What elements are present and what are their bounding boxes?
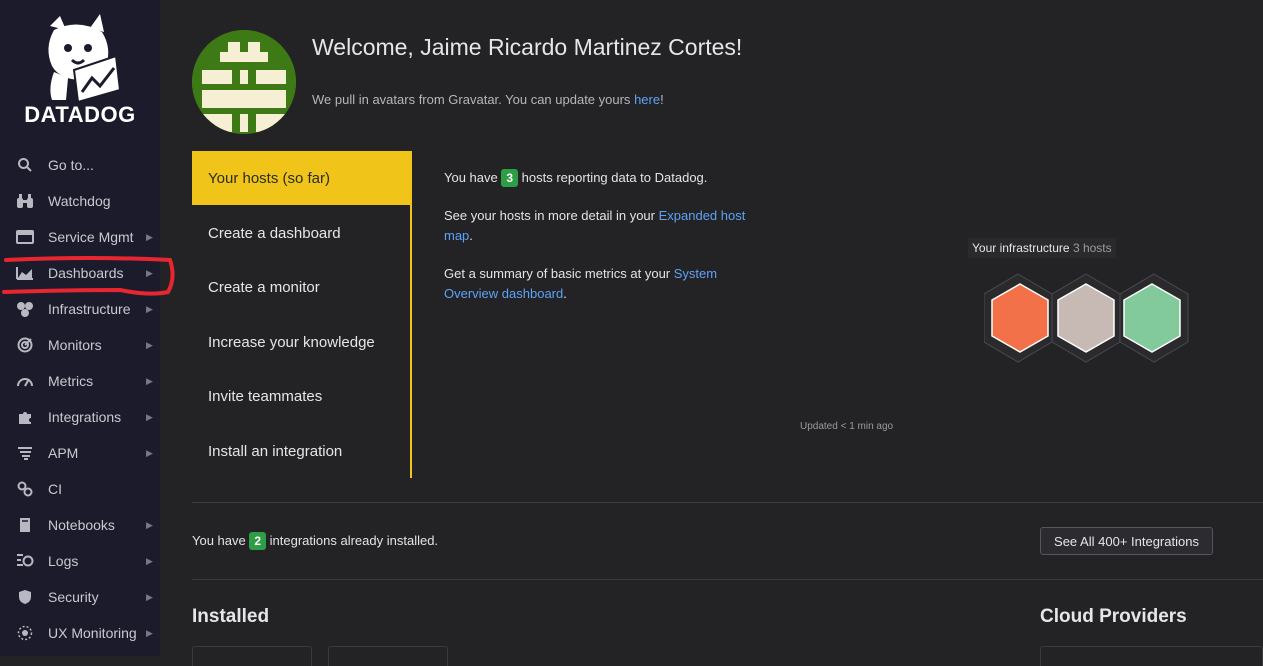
host-map-text: See your hosts in more detail in your Ex… — [444, 206, 774, 246]
sidebar-item-label: Security — [48, 589, 99, 605]
sidebar-item-label: Metrics — [48, 373, 94, 389]
integrations-count-badge: 2 — [249, 532, 267, 550]
infrastructure-title: Your infrastructure — [972, 241, 1070, 255]
cloud-providers-heading: Cloud Providers — [1040, 606, 1187, 627]
chevron-right-icon: ▶ — [146, 267, 153, 278]
divider — [192, 579, 1263, 580]
cloud-provider-card[interactable] — [1040, 646, 1263, 666]
updated-timestamp: Updated < 1 min ago — [800, 421, 894, 432]
hosts-count-text: You have 3 hosts reporting data to Datad… — [444, 168, 774, 188]
chevron-right-icon: ▶ — [146, 375, 153, 386]
onboarding-tabs: Your hosts (so far) Create a dashboard C… — [192, 151, 412, 478]
sidebar-item-monitors[interactable]: Monitors ▶ — [0, 327, 160, 363]
avatar[interactable] — [192, 30, 296, 134]
infrastructure-label: Your infrastructure 3 hosts — [968, 238, 1116, 258]
sidebar-item-service-mgmt[interactable]: Service Mgmt ▶ — [0, 219, 160, 255]
sidebar-item-label: APM — [48, 445, 79, 461]
metrics-icon — [16, 372, 34, 390]
sidebar-item-ci[interactable]: CI — [0, 471, 160, 507]
chevron-right-icon: ▶ — [146, 555, 153, 566]
system-overview-text-post: . — [563, 286, 567, 301]
integrations-count-text: You have 2 integrations already installe… — [192, 531, 438, 551]
page-title: Welcome, Jaime Ricardo Martinez Cortes! — [312, 34, 743, 60]
sidebar-item-integrations[interactable]: Integrations ▶ — [0, 399, 160, 435]
sidebar-item-label: Integrations — [48, 409, 122, 425]
sidebar-item-security[interactable]: Security ▶ — [0, 579, 160, 615]
sidebar-item-watchdog[interactable]: Watchdog — [0, 183, 160, 219]
tab-increase-knowledge[interactable]: Increase your knowledge — [192, 315, 410, 369]
sidebar-item-label: Service Mgmt — [48, 229, 134, 245]
main-content: Welcome, Jaime Ricardo Martinez Cortes! … — [160, 0, 1263, 666]
logs-icon — [16, 552, 34, 570]
tab-create-monitor[interactable]: Create a monitor — [192, 260, 410, 314]
sidebar-item-apm[interactable]: APM ▶ — [0, 435, 160, 471]
monitors-icon — [16, 336, 34, 354]
system-overview-text: Get a summary of basic metrics at your S… — [444, 264, 774, 304]
sidebar-item-label: Watchdog — [48, 193, 111, 209]
sidebar-item-label: Infrastructure — [48, 301, 131, 317]
sidebar-item-label: Logs — [48, 553, 79, 569]
puzzle-icon — [16, 408, 34, 426]
chevron-right-icon: ▶ — [146, 231, 153, 242]
sidebar-item-label: UX Monitoring — [48, 625, 137, 641]
chevron-right-icon: ▶ — [146, 303, 153, 314]
integrations-text-post: integrations already installed. — [266, 533, 439, 548]
infrastructure-count: 3 hosts — [1072, 241, 1112, 255]
sidebar-item-logs[interactable]: Logs ▶ — [0, 543, 160, 579]
integration-card[interactable] — [192, 646, 312, 666]
sidebar-item-label: Monitors — [48, 337, 102, 353]
sidebar-item-metrics[interactable]: Metrics ▶ — [0, 363, 160, 399]
tab-create-dashboard[interactable]: Create a dashboard — [192, 206, 410, 260]
binoculars-icon — [16, 192, 34, 210]
infrastructure-icon — [16, 300, 34, 318]
hosts-text-post: hosts reporting data to Datadog. — [518, 170, 708, 185]
integration-card[interactable] — [328, 646, 448, 666]
apm-icon — [16, 444, 34, 462]
chevron-right-icon: ▶ — [146, 591, 153, 602]
service-mgmt-icon — [16, 228, 34, 246]
chevron-right-icon: ▶ — [146, 339, 153, 350]
notebook-icon — [16, 516, 34, 534]
shield-icon — [16, 588, 34, 606]
chevron-right-icon: ▶ — [146, 411, 153, 422]
tab-invite-teammates[interactable]: Invite teammates — [192, 369, 410, 423]
sidebar: DATADOG Go to... Watchdog Service Mgmt ▶… — [0, 0, 160, 656]
integrations-text-pre: You have — [192, 533, 250, 548]
divider — [192, 502, 1263, 503]
host-map-text-pre: See your hosts in more detail in your — [444, 208, 659, 223]
search-icon — [16, 156, 34, 174]
dashboards-icon — [16, 264, 34, 282]
sidebar-item-notebooks[interactable]: Notebooks ▶ — [0, 507, 160, 543]
system-overview-text-pre: Get a summary of basic metrics at your — [444, 266, 674, 281]
chevron-right-icon: ▶ — [146, 519, 153, 530]
tab-your-hosts[interactable]: Your hosts (so far) — [192, 151, 410, 205]
sidebar-item-ux-monitoring[interactable]: UX Monitoring ▶ — [0, 615, 160, 651]
hosts-text-pre: You have — [444, 170, 502, 185]
sidebar-item-label: Notebooks — [48, 517, 115, 533]
sidebar-item-infrastructure[interactable]: Infrastructure ▶ — [0, 291, 160, 327]
ci-icon — [16, 480, 34, 498]
sidebar-item-label: Go to... — [48, 157, 94, 173]
host-hexmap[interactable] — [984, 272, 1196, 364]
host-map-text-post: . — [469, 228, 473, 243]
gravatar-link[interactable]: here — [634, 92, 660, 107]
gravatar-hint: We pull in avatars from Gravatar. You ca… — [312, 92, 664, 107]
installed-heading: Installed — [192, 606, 270, 627]
see-all-integrations-button[interactable]: See All 400+ Integrations — [1040, 527, 1213, 555]
tab-install-integration[interactable]: Install an integration — [192, 424, 410, 478]
sidebar-item-label: Dashboards — [48, 265, 124, 281]
sidebar-item-goto[interactable]: Go to... — [0, 147, 160, 183]
gravatar-hint-text: We pull in avatars from Gravatar. You ca… — [312, 92, 635, 107]
ux-monitoring-icon — [16, 624, 34, 642]
brand-name: DATADOG — [24, 102, 136, 127]
hosts-count-badge: 3 — [501, 169, 519, 187]
chevron-right-icon: ▶ — [146, 627, 153, 638]
gravatar-hint-end: ! — [660, 92, 664, 107]
sidebar-item-label: CI — [48, 481, 62, 497]
chevron-right-icon: ▶ — [146, 447, 153, 458]
sidebar-item-dashboards[interactable]: Dashboards ▶ — [0, 255, 160, 291]
